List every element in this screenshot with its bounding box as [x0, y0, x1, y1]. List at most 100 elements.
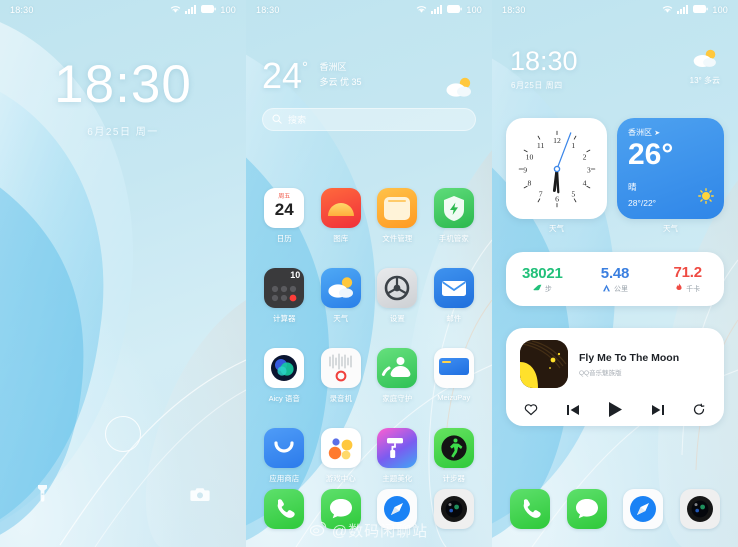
app-meizupay[interactable]: MeizuPay: [427, 348, 481, 404]
status-bar-homescreen: 18:30 100: [246, 0, 492, 20]
calendar-day: 24: [274, 200, 294, 219]
fingerprint-ring[interactable]: [105, 416, 141, 452]
status-time: 18:30: [256, 5, 280, 15]
flashlight-icon[interactable]: [36, 484, 49, 507]
weather-condition: 晴: [628, 182, 637, 192]
homescreen-panel: 18:30 100 24° 香洲区 多云 优 35 搜索 周五 24 日历 图库…: [246, 0, 492, 547]
camera-icon[interactable]: [190, 487, 210, 507]
app-label: 家庭守护: [382, 394, 413, 403]
lockscreen-clock: 18:30: [54, 55, 192, 114]
calendar-weekday: 周五: [278, 194, 291, 200]
weibo-icon: [309, 521, 327, 540]
app-calendar[interactable]: 周五 24 日历: [257, 188, 311, 244]
weather-condition: 多云: [704, 76, 720, 85]
signal-icon: [431, 4, 443, 16]
watermark-text: @数码闲聊站: [331, 523, 429, 540]
home-weather-widget[interactable]: 24° 香洲区 多云 优 35: [262, 58, 478, 110]
recorder-icon: [320, 348, 361, 388]
weather-temp: 26: [628, 138, 662, 171]
app-recorder[interactable]: 录音机: [314, 348, 368, 404]
weather-high-low: 28°/22°: [628, 198, 657, 208]
wifi-icon: [170, 5, 181, 16]
status-bar-lockscreen: 18:30 100: [0, 0, 246, 20]
app-label: 图库: [333, 234, 349, 243]
qq-music-artwork: [520, 340, 568, 388]
app-label: MeizuPay: [437, 393, 471, 402]
widget-label: 天气: [663, 224, 678, 233]
home-weather-city: 香洲区: [319, 62, 347, 72]
partly-cloudy-icon: [691, 49, 719, 72]
svg-text:10: 10: [525, 152, 533, 161]
app-weather[interactable]: 天气: [314, 268, 368, 324]
calendar-icon: 周五 24: [264, 188, 305, 228]
music-widget[interactable]: Fly Me To The Moon QQ音乐魅族版: [506, 328, 724, 426]
widgetscreen-weather-summary[interactable]: 13° 多云: [690, 48, 720, 86]
pedometer-icon: [433, 428, 474, 468]
next-icon[interactable]: [651, 403, 665, 421]
fitness-steps: 38021 步: [506, 265, 579, 294]
widget-label: 天气: [549, 224, 564, 233]
analog-clock: 12 1 2 345 678 9 10 11: [506, 118, 607, 219]
lockscreen-date: 6月25日 周一: [87, 127, 159, 138]
fitness-value: 71.2: [673, 264, 702, 281]
app-label: 天气: [333, 314, 349, 323]
sun-icon: [698, 188, 714, 209]
widgetscreen-panel: 18:30 100 18:30 6月25日 周四 13° 多云 12 1 2 3…: [492, 0, 738, 547]
widgetscreen-clock: 18:30: [510, 46, 578, 76]
app-family-guard[interactable]: 家庭守护: [370, 348, 424, 404]
svg-text:4: 4: [582, 178, 586, 187]
app-pedometer[interactable]: 计步器: [427, 428, 481, 484]
status-time: 18:30: [502, 5, 526, 15]
weather-widget[interactable]: 香洲区 ➤ 26° 晴 28°/22° 天气: [617, 118, 724, 234]
app-file-manager[interactable]: 文件管理: [370, 188, 424, 244]
wifi-icon: [416, 5, 427, 16]
app-phone-manager[interactable]: 手机管家: [427, 188, 481, 244]
svg-text:5: 5: [571, 189, 575, 198]
repeat-icon[interactable]: [692, 403, 706, 421]
weather-city: 香洲区: [628, 128, 652, 137]
app-app-store[interactable]: 应用商店: [257, 428, 311, 484]
three-phone-screens: 18:30 100 18:30 6月25日 周一 18:30 100 24° 香…: [0, 0, 738, 547]
fitness-value: 38021: [521, 264, 563, 282]
app-label: 邮件: [446, 314, 462, 323]
weather-icon: [320, 268, 361, 308]
calculator-icon: 10: [264, 268, 305, 308]
app-label: 录音机: [329, 394, 353, 403]
svg-text:7: 7: [538, 189, 542, 198]
route-icon: [602, 284, 611, 294]
gallery-icon: [320, 188, 361, 228]
app-settings[interactable]: 设置: [370, 268, 424, 324]
weather-temp: 13°: [689, 76, 702, 85]
battery-percent: 100: [466, 5, 482, 15]
app-label: 计算器: [273, 314, 296, 323]
file-manager-icon: [377, 188, 418, 228]
battery-percent: 100: [220, 5, 236, 15]
fitness-unit: 步: [544, 285, 552, 293]
play-icon[interactable]: [607, 401, 623, 423]
app-calculator[interactable]: 10 计算器: [257, 268, 311, 324]
home-weather-temp: 24: [262, 55, 303, 96]
flame-icon: [675, 283, 683, 294]
app-label: 日历: [276, 234, 292, 243]
clock-widget[interactable]: 12 1 2 345 678 9 10 11 天气: [506, 118, 607, 234]
fitness-calories: 71.2 千卡: [651, 264, 724, 294]
heart-icon[interactable]: [524, 403, 538, 421]
fitness-distance: 5.48 公里: [579, 265, 652, 294]
mail-icon: [433, 268, 474, 308]
svg-text:6: 6: [555, 194, 559, 203]
app-themes[interactable]: 主题美化: [370, 428, 424, 484]
battery-icon: [201, 5, 217, 15]
app-aicy-voice[interactable]: Aicy 语音: [257, 348, 311, 404]
app-label: 手机管家: [438, 234, 469, 243]
svg-text:3: 3: [586, 165, 590, 174]
previous-icon[interactable]: [566, 403, 580, 421]
app-grid: 周五 24 日历 图库 文件管理 手机管家 10 计算器 天气 设置 邮件 Ai…: [256, 188, 482, 484]
fitness-widget[interactable]: 38021 步 5.48 公里 71.2 千卡: [506, 252, 724, 306]
wifi-icon: [662, 5, 673, 16]
fitness-unit: 公里: [614, 285, 628, 293]
app-mail[interactable]: 邮件: [427, 268, 481, 324]
battery-percent: 100: [712, 5, 728, 15]
app-gallery[interactable]: 图库: [314, 188, 368, 244]
search-input[interactable]: 搜索: [262, 108, 476, 131]
app-game-center[interactable]: 游戏中心: [314, 428, 368, 484]
